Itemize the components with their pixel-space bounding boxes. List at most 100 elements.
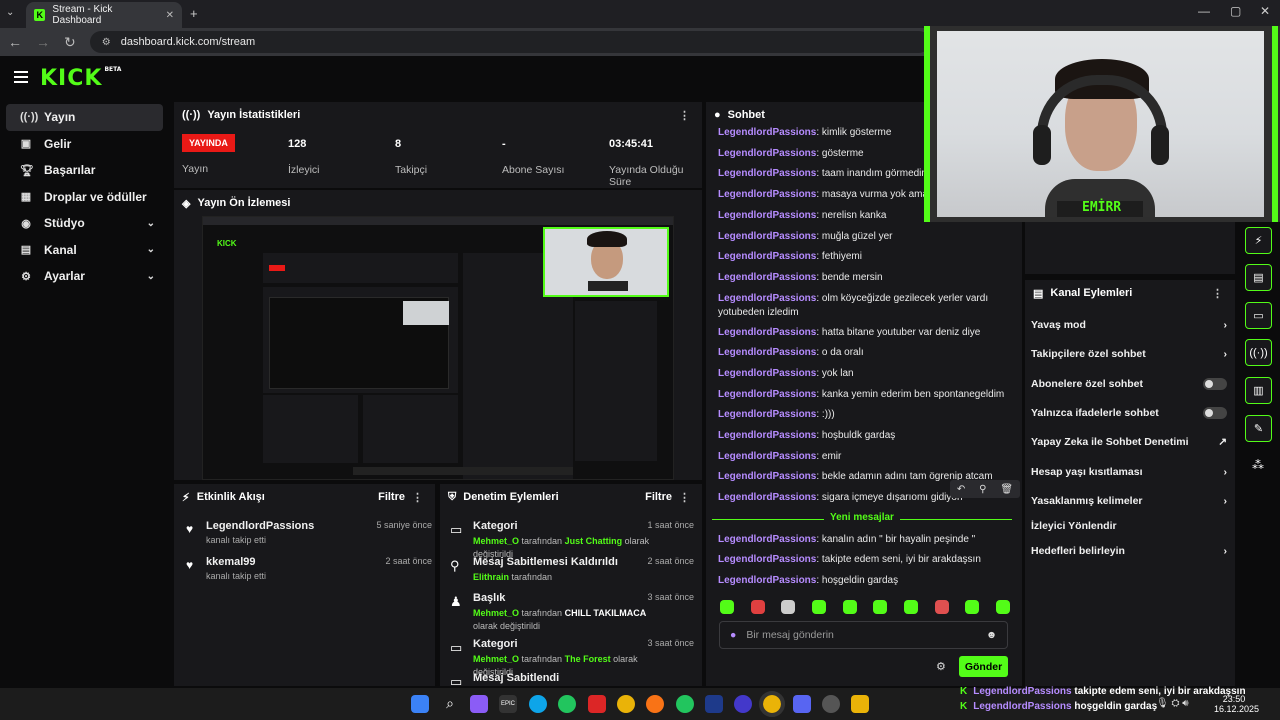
sidebar-item-ayarlar[interactable]: ⚙ Ayarlar ⌄ <box>6 263 163 290</box>
quick-action-lightning-icon[interactable]: ⚡︎ <box>1245 227 1272 254</box>
emotes-only-toggle[interactable] <box>1203 407 1227 419</box>
chat-message[interactable]: LegendlordPassions: bende mersin <box>718 271 1012 285</box>
kick-logo[interactable]: KICK BETA <box>40 66 121 91</box>
chat-message[interactable]: LegendlordPassions: hoşgeldin gardaş <box>718 574 1012 588</box>
raid-row[interactable]: İzleyici Yönlendir <box>1031 518 1227 534</box>
panel-title: Kanal Eylemleri <box>1050 287 1133 299</box>
more-options-icon[interactable]: ⋮ <box>679 491 690 504</box>
chrome-icon[interactable] <box>617 695 635 713</box>
followers-only-row[interactable]: Takipçilere özel sohbet › <box>1031 346 1227 362</box>
chat-message[interactable]: LegendlordPassions: kanka yemin ederim b… <box>718 388 1012 402</box>
chat-message[interactable]: LegendlordPassions: takipte edem seni, i… <box>718 553 1012 567</box>
emote-icon[interactable] <box>873 600 888 614</box>
reload-icon[interactable]: ↻ <box>64 34 76 51</box>
microphone-icon[interactable]: ● <box>730 629 736 641</box>
subscribers-only-toggle[interactable] <box>1203 378 1227 390</box>
ai-moderation-row[interactable]: Yapay Zeka ile Sohbet Denetimi ↗ <box>1031 434 1227 450</box>
site-info-icon[interactable]: ⚙ <box>102 37 111 48</box>
emote-icon[interactable] <box>903 600 918 614</box>
set-goals-row[interactable]: Hedefleri belirleyin › <box>1031 543 1227 559</box>
quick-action-apps-icon[interactable]: ⁂ <box>1252 458 1264 472</box>
hamburger-menu-icon[interactable] <box>14 71 28 83</box>
banned-words-row[interactable]: Yasaklanmış kelimeler › <box>1031 493 1227 509</box>
spotify-icon[interactable] <box>676 695 694 713</box>
valorant-icon[interactable] <box>588 695 606 713</box>
system-tray-icons[interactable]: 🎙︎ ⛭ 🔊︎ <box>1156 698 1189 709</box>
sidebar-item-studyo[interactable]: ◉ Stüdyo ⌄ <box>6 210 163 237</box>
stream-preview-video[interactable]: KICK <box>202 216 674 480</box>
steam-icon[interactable] <box>705 695 723 713</box>
quick-action-broadcast-icon[interactable]: ((·)) <box>1245 339 1272 366</box>
pin-icon[interactable]: ⚲ <box>979 484 986 495</box>
emote-icon[interactable] <box>965 600 980 614</box>
emote-icon[interactable] <box>995 600 1010 614</box>
chat-message[interactable]: LegendlordPassions: masaya vurma yok ama… <box>718 188 928 202</box>
sidebar-item-kanal[interactable]: ▤ Kanal ⌄ <box>6 237 163 264</box>
more-options-icon[interactable]: ⋮ <box>412 491 423 504</box>
maximize-icon[interactable]: ▢ <box>1230 4 1241 18</box>
chat-message[interactable]: LegendlordPassions: taam inandım görmedi… <box>718 167 928 181</box>
emote-icon[interactable] <box>750 600 765 614</box>
emote-icon[interactable] <box>720 600 734 614</box>
quick-action-wrench-icon[interactable]: ✎ <box>1245 415 1272 442</box>
file-explorer-icon[interactable] <box>851 695 869 713</box>
whatsapp-icon[interactable] <box>558 695 576 713</box>
chat-message[interactable]: LegendlordPassions: hoşbuldk gardaş <box>718 429 1012 443</box>
quick-action-layout-icon[interactable]: ▥ <box>1245 377 1272 404</box>
chat-message[interactable]: LegendlordPassions: :))) <box>718 408 1012 422</box>
filter-button[interactable]: Filtre <box>645 491 672 503</box>
chat-message[interactable]: LegendlordPassions: hatta bitane youtube… <box>718 326 1012 340</box>
chrome-active-icon[interactable] <box>759 691 785 717</box>
more-options-icon[interactable]: ⋮ <box>1212 287 1223 300</box>
chat-message[interactable]: LegendlordPassions: yok lan <box>718 367 1012 381</box>
chat-message[interactable]: LegendlordPassions: muğla güzel yer <box>718 230 1012 244</box>
new-tab-icon[interactable]: + <box>190 6 198 21</box>
emote-icon[interactable] <box>842 600 857 614</box>
revenue-icon: ▣ <box>20 138 32 151</box>
chat-settings-gear-icon[interactable]: ⚙ <box>936 660 946 673</box>
browser-tab[interactable]: K Stream - Kick Dashboard ✕ <box>26 2 182 28</box>
account-age-row[interactable]: Hesap yaşı kısıtlaması › <box>1031 464 1227 480</box>
chat-message[interactable]: LegendlordPassions: emir <box>718 450 1012 464</box>
close-tab-icon[interactable]: ✕ <box>166 10 174 21</box>
tab-list-icon[interactable]: ⌄ <box>6 7 14 18</box>
chat-message[interactable]: LegendlordPassions: olm köyceğizde gezil… <box>718 292 1012 320</box>
emote-icon[interactable] <box>781 600 796 614</box>
sidebar-item-basarilar[interactable]: 🏆︎ Başarılar <box>6 157 163 184</box>
address-bar[interactable]: ⚙ dashboard.kick.com/stream <box>89 31 930 53</box>
obs-icon[interactable] <box>734 695 752 713</box>
search-icon[interactable]: ⌕ <box>441 695 459 713</box>
send-button[interactable]: Gönder <box>959 656 1008 677</box>
edge-icon[interactable] <box>529 695 547 713</box>
chat-message[interactable]: LegendlordPassions: o da oralı <box>718 346 1012 360</box>
filter-button[interactable]: Filtre <box>378 491 405 503</box>
settings-app-icon[interactable] <box>822 695 840 713</box>
copilot-icon[interactable] <box>470 695 488 713</box>
forward-icon[interactable]: → <box>36 34 50 50</box>
emote-icon[interactable] <box>811 600 826 614</box>
chat-message[interactable]: LegendlordPassions: kanalın adın " bir h… <box>718 533 1012 547</box>
back-icon[interactable]: ← <box>8 34 22 50</box>
quick-action-chat-icon[interactable]: ▭ <box>1245 302 1272 329</box>
epic-games-icon[interactable]: EPIC <box>499 695 517 713</box>
chat-message[interactable]: LegendlordPassions: fethiyemi <box>718 250 1012 264</box>
chat-message-input[interactable]: ● Bir mesaj gönderin ☻ <box>719 621 1008 649</box>
slow-mode-row[interactable]: Yavaş mod › <box>1031 317 1227 333</box>
brave-icon[interactable] <box>646 695 664 713</box>
delete-icon[interactable]: 🗑︎ <box>1000 484 1013 495</box>
reply-icon[interactable]: ↶ <box>957 484 965 495</box>
sidebar-item-droplar[interactable]: ▦ Droplar ve ödüller <box>6 184 163 211</box>
start-menu-icon[interactable] <box>411 695 429 713</box>
discord-icon[interactable] <box>793 695 811 713</box>
clock[interactable]: 23:50 16.12.2025 <box>1214 694 1259 714</box>
minimize-icon[interactable]: — <box>1198 4 1210 18</box>
more-options-icon[interactable]: ⋮ <box>679 109 690 122</box>
close-window-icon[interactable]: ✕ <box>1260 4 1270 18</box>
emote-icon[interactable] <box>934 600 949 614</box>
sidebar-item-yayin[interactable]: ((·)) Yayın <box>6 104 163 131</box>
live-stat: YAYINDA Yayın <box>182 134 235 175</box>
chat-toast: K LegendlordPassions hoşgeldin gardaş <box>960 701 1158 712</box>
quick-action-notes-icon[interactable]: ▤ <box>1245 264 1272 291</box>
emoji-icon[interactable]: ☻ <box>986 629 997 641</box>
sidebar-item-gelir[interactable]: ▣ Gelir <box>6 131 163 158</box>
